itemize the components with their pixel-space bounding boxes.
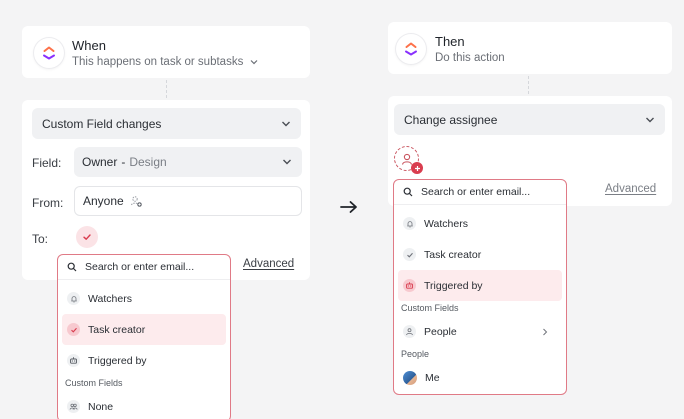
field-value: Owner <box>82 155 118 169</box>
chevron-down-icon <box>250 60 258 65</box>
action-title: Then <box>435 34 465 49</box>
dropdown-item-label: Triggered by <box>424 279 483 292</box>
plus-icon <box>411 162 423 174</box>
avatar <box>403 370 417 385</box>
trigger-event-value: Custom Field changes <box>42 116 162 131</box>
dropdown-item-triggered-by[interactable]: Triggered by <box>58 345 230 376</box>
search-icon <box>67 262 77 272</box>
dropdown-item-label: None <box>88 400 114 413</box>
from-value: Anyone <box>83 194 124 208</box>
dropdown-item-none[interactable]: None <box>58 391 230 419</box>
chevron-down-icon <box>283 159 291 165</box>
dropdown-item-me[interactable]: Me <box>394 362 566 393</box>
robot-icon <box>403 279 416 292</box>
search-icon <box>403 187 413 197</box>
bell-icon <box>403 217 416 230</box>
trigger-title: When <box>72 38 106 53</box>
action-advanced-link[interactable]: Advanced <box>605 183 656 195</box>
user-icon <box>403 325 416 338</box>
users-icon <box>67 400 80 413</box>
section-people: People <box>401 349 430 359</box>
flow-arrow-icon <box>339 200 359 219</box>
action-select-value: Change assignee <box>404 112 498 127</box>
search-placeholder: Search or enter email... <box>85 261 195 273</box>
trigger-advanced-link[interactable]: Advanced <box>243 258 294 270</box>
dropdown-item-label: Watchers <box>88 292 132 305</box>
search-placeholder: Search or enter email... <box>421 186 531 198</box>
trigger-assignee-dropdown: Search or enter email... Watchers Task c… <box>57 254 231 419</box>
robot-icon <box>67 354 80 367</box>
check-icon <box>403 248 416 261</box>
clickup-logo <box>34 38 64 68</box>
connector-line <box>528 76 529 94</box>
dropdown-item-label: Task creator <box>88 323 146 336</box>
chevron-down-icon <box>282 121 290 126</box>
add-assignee-button[interactable] <box>394 146 423 174</box>
dropdown-item-watchers[interactable]: Watchers <box>394 208 566 239</box>
field-list: Design <box>129 155 167 169</box>
trigger-event-select[interactable]: Custom Field changes <box>32 108 301 139</box>
dropdown-item-task-creator[interactable]: Task creator <box>394 239 566 270</box>
section-custom-fields: Custom Fields <box>401 303 459 313</box>
search-field[interactable]: Search or enter email... <box>58 255 230 280</box>
action-subtitle: Do this action <box>435 52 505 64</box>
trigger-header-card <box>22 26 310 78</box>
trigger-subtitle-text: This happens on task or subtasks <box>72 56 244 68</box>
dropdown-item-task-creator[interactable]: Task creator <box>62 314 226 345</box>
search-field[interactable]: Search or enter email... <box>394 180 566 205</box>
to-task-creator-check-icon[interactable] <box>76 226 98 248</box>
from-label: From: <box>32 196 64 210</box>
connector-line <box>166 80 167 98</box>
add-user-icon[interactable] <box>130 195 142 207</box>
field-label: Field: <box>32 156 62 170</box>
chevron-down-icon <box>646 117 654 122</box>
field-select[interactable]: Owner - Design <box>74 147 302 177</box>
dropdown-item-watchers[interactable]: Watchers <box>58 283 230 314</box>
action-header-card <box>388 22 672 74</box>
dropdown-item-label: Me <box>425 371 440 384</box>
dropdown-item-people[interactable]: People <box>394 316 566 347</box>
trigger-subtitle[interactable]: This happens on task or subtasks <box>72 56 258 68</box>
clickup-logo <box>396 34 426 64</box>
to-label: To: <box>32 232 49 246</box>
action-assignee-dropdown: Search or enter email... Watchers Task c… <box>393 179 567 395</box>
action-select[interactable]: Change assignee <box>394 104 665 135</box>
from-input[interactable]: Anyone <box>74 186 302 216</box>
dropdown-item-label: People <box>424 325 457 338</box>
dropdown-item-triggered-by[interactable]: Triggered by <box>398 270 562 301</box>
dropdown-item-label: Triggered by <box>88 354 147 367</box>
dropdown-item-label: Watchers <box>424 217 468 230</box>
dropdown-item-label: Task creator <box>424 248 482 261</box>
check-icon <box>67 323 80 336</box>
field-separator: - <box>121 155 126 169</box>
section-custom-fields: Custom Fields <box>65 378 123 388</box>
bell-icon <box>67 292 80 305</box>
chevron-right-icon <box>543 328 548 335</box>
